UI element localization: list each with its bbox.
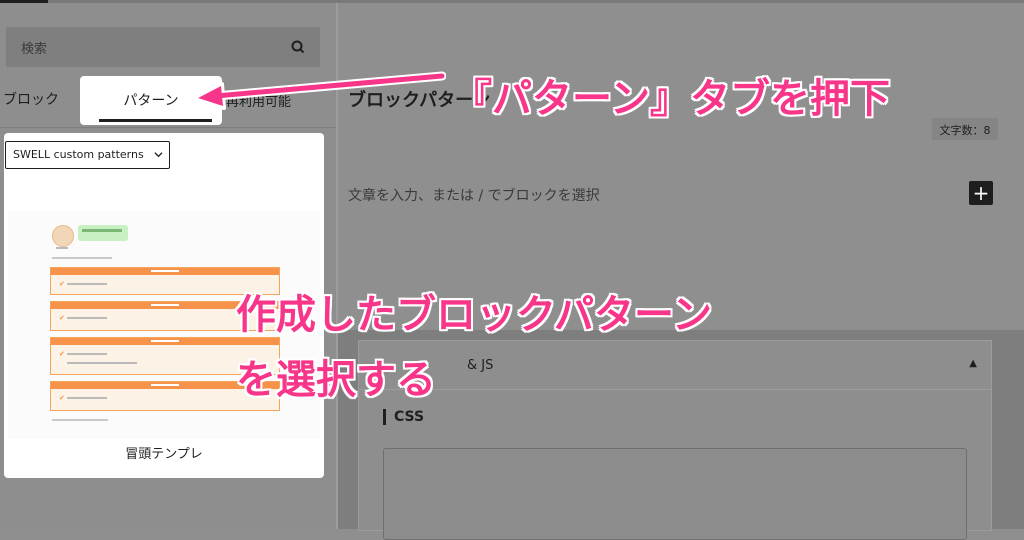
preview-text-line bbox=[52, 257, 112, 259]
add-block-button[interactable]: + bbox=[969, 181, 993, 205]
css-label: CSS bbox=[383, 409, 424, 425]
pattern-category-select[interactable]: SWELL custom patterns bbox=[5, 141, 170, 169]
panel-title: & JS bbox=[467, 358, 494, 373]
word-count-text: 文字数：8 bbox=[939, 124, 991, 137]
pattern-category-value: SWELL custom patterns bbox=[13, 148, 144, 161]
panel-header[interactable]: & JS ▲ bbox=[359, 341, 991, 390]
collapse-icon[interactable]: ▲ bbox=[969, 358, 977, 369]
search-placeholder: 検索 bbox=[21, 42, 48, 57]
speech-bubble bbox=[78, 225, 128, 241]
word-count-badge: 文字数：8 bbox=[932, 118, 998, 140]
annotation-select-hint-1: 作成したブロックパターン bbox=[236, 292, 712, 338]
avatar-caption bbox=[56, 247, 68, 249]
tab-divider bbox=[0, 127, 336, 128]
block-placeholder[interactable]: 文章を入力、または / でブロックを選択 bbox=[348, 185, 600, 205]
annotation-tab-hint: 『パターン』タブを押下 bbox=[452, 76, 890, 122]
arrow-icon bbox=[196, 71, 446, 110]
active-tab-indicator bbox=[99, 119, 212, 122]
css-textarea[interactable] bbox=[383, 448, 967, 540]
chevron-down-icon bbox=[154, 152, 163, 158]
pattern-title[interactable]: 冒頭テンプレ bbox=[4, 443, 324, 462]
search-input[interactable]: 検索 bbox=[6, 27, 320, 67]
custom-css-js-panel: & JS ▲ CSS bbox=[358, 340, 992, 540]
tab-blocks[interactable]: ブロック bbox=[3, 89, 59, 109]
avatar-illustration bbox=[52, 225, 74, 247]
preview-text-line bbox=[52, 419, 108, 421]
search-icon bbox=[291, 40, 305, 54]
annotation-select-hint-2: を選択する bbox=[236, 357, 436, 403]
